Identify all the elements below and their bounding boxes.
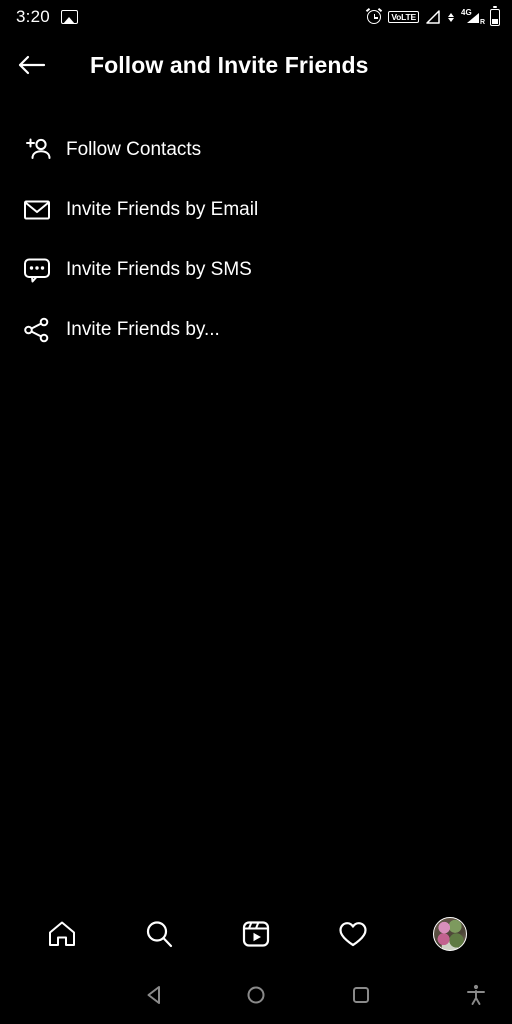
android-system-nav — [0, 965, 512, 1024]
photo-notification-icon — [61, 10, 78, 24]
back-button[interactable] — [0, 34, 62, 96]
android-accessibility-button[interactable] — [454, 965, 498, 1024]
chat-bubble-icon — [20, 253, 54, 287]
arrow-left-icon — [16, 53, 46, 77]
roaming-label: R — [480, 19, 485, 26]
status-bar-left: 3:20 — [16, 7, 78, 27]
nav-item-reels[interactable] — [230, 908, 282, 960]
list-item-follow-contacts[interactable]: Follow Contacts — [0, 120, 512, 180]
avatar-icon — [433, 917, 467, 951]
person-add-icon — [20, 133, 54, 167]
reels-icon — [240, 918, 272, 950]
list-item-label: Invite Friends by Email — [66, 199, 258, 221]
alarm-clock-icon — [366, 9, 382, 25]
signal-bars-icon — [425, 10, 441, 24]
list-item-label: Follow Contacts — [66, 139, 201, 161]
list-item-label: Invite Friends by... — [66, 319, 220, 341]
circle-home-icon — [245, 984, 267, 1006]
list-item-invite-sms[interactable]: Invite Friends by SMS — [0, 240, 512, 300]
android-home-button[interactable] — [230, 965, 282, 1024]
nav-item-home[interactable] — [36, 908, 88, 960]
page-header: Follow and Invite Friends — [0, 34, 512, 96]
network-type-icon: 4G R — [460, 9, 484, 25]
accessibility-icon — [465, 983, 487, 1007]
app-screen: 3:20 VoLTE 4G R — [0, 0, 512, 1024]
list-item-label: Invite Friends by SMS — [66, 259, 252, 281]
android-back-button[interactable] — [128, 965, 180, 1024]
share-icon — [20, 313, 54, 347]
nav-item-profile[interactable] — [424, 908, 476, 960]
envelope-icon — [20, 193, 54, 227]
page-title: Follow and Invite Friends — [90, 52, 369, 79]
bottom-navigation-bar — [0, 903, 512, 965]
triangle-back-icon — [143, 984, 165, 1006]
search-icon — [143, 918, 175, 950]
options-list: Follow Contacts Invite Friends by Email — [0, 120, 512, 360]
square-recents-icon — [350, 984, 372, 1006]
nav-item-activity[interactable] — [327, 908, 379, 960]
android-recents-button[interactable] — [335, 965, 387, 1024]
battery-icon — [490, 9, 500, 26]
status-bar-clock: 3:20 — [16, 7, 50, 27]
nav-item-search[interactable] — [133, 908, 185, 960]
volte-badge: VoLTE — [388, 11, 419, 24]
list-item-invite-email[interactable]: Invite Friends by Email — [0, 180, 512, 240]
status-bar-right: VoLTE 4G R — [366, 9, 500, 26]
heart-icon — [337, 918, 369, 950]
status-bar: 3:20 VoLTE 4G R — [0, 0, 512, 34]
list-item-invite-other[interactable]: Invite Friends by... — [0, 300, 512, 360]
home-icon — [46, 918, 78, 950]
data-transfer-icon — [447, 13, 454, 22]
